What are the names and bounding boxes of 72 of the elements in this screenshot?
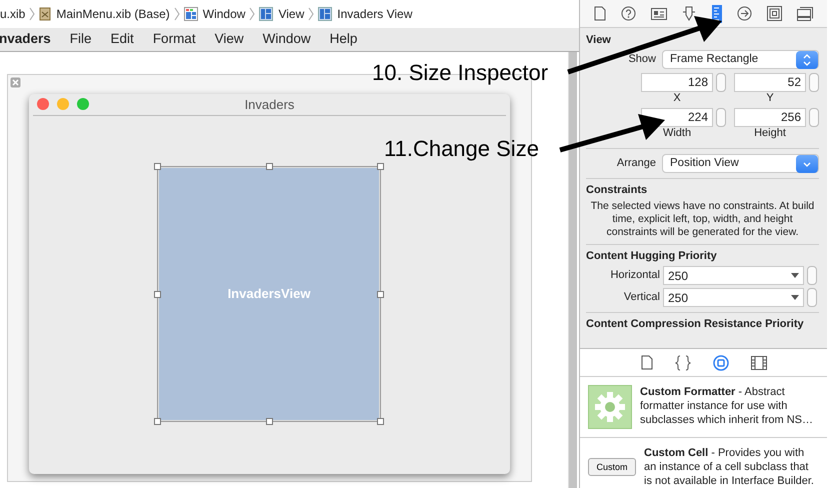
chevron-icon: [249, 7, 256, 21]
field-label: Width: [662, 127, 692, 140]
id-card-icon[interactable]: [651, 8, 668, 20]
gear-icon: [588, 385, 632, 429]
number-field[interactable]: 256: [734, 108, 806, 127]
window-icon: [184, 7, 198, 21]
field-label: Arrange: [616, 156, 656, 172]
number-field[interactable]: 52: [734, 73, 806, 92]
item-description: Custom Cell - Provides you with an instance of a cell subclass that is not available in Interface Builder.: [644, 446, 815, 488]
section-title: View: [586, 34, 612, 47]
view-icon: [318, 7, 332, 21]
resize-handle[interactable]: [266, 418, 272, 425]
field-label: Y: [765, 92, 775, 105]
chevron-icon: [29, 7, 36, 21]
close-button[interactable]: [37, 98, 49, 110]
breadcrumb-item[interactable]: Invaders View: [337, 5, 412, 23]
combo-box[interactable]: 250: [663, 266, 804, 285]
file-icon[interactable]: [640, 355, 652, 370]
menu-item[interactable]: Format: [152, 29, 196, 50]
close-icon[interactable]: [10, 77, 21, 88]
field-label: Height: [753, 127, 787, 140]
field-label: Show: [627, 52, 656, 68]
popup-button[interactable]: Frame Rectangle: [662, 50, 819, 69]
custom-button[interactable]: Custom: [588, 458, 636, 476]
section-title: Constraints: [586, 184, 648, 197]
section-title: Content Hugging Priority: [586, 250, 718, 263]
section-title: Content Compression Resistance Priority: [586, 318, 805, 331]
object-icon[interactable]: [712, 354, 728, 370]
file-icon[interactable]: [594, 6, 606, 21]
app-menu[interactable]: nvaders: [0, 29, 51, 50]
resize-handle[interactable]: [154, 418, 161, 425]
resize-handle[interactable]: [154, 290, 161, 298]
stepper-icon: [803, 54, 811, 66]
slider-icon[interactable]: [682, 6, 696, 22]
braces-icon[interactable]: [674, 354, 690, 370]
window-title: Invaders: [244, 96, 294, 114]
help-icon[interactable]: [620, 6, 636, 21]
arrow-circle-icon[interactable]: [736, 6, 752, 21]
breadcrumb-item[interactable]: MainMenu.xib (Base): [56, 5, 170, 23]
film-icon[interactable]: [750, 356, 766, 370]
menu-item[interactable]: File: [70, 29, 92, 50]
field-label: X: [672, 92, 682, 105]
annotation-text: 11.Change Size: [384, 135, 539, 163]
menu-item[interactable]: Help: [330, 29, 358, 50]
annotation-text: 10. Size Inspector: [372, 59, 548, 87]
view-icon: [259, 7, 274, 21]
popup-button[interactable]: Position View: [662, 154, 819, 173]
breadcrumb-item[interactable]: Window: [202, 5, 246, 23]
chevron-icon: [308, 7, 314, 21]
resize-handle[interactable]: [377, 418, 384, 425]
number-field[interactable]: 128: [641, 73, 713, 92]
item-description: Custom Formatter - Abstract formatter instance for use with subclasses which inherit from NS…: [640, 385, 814, 428]
field-label: Vertical: [622, 290, 660, 306]
menu-item[interactable]: Edit: [110, 29, 134, 50]
constraints-text: The selected views have no constraints. At build time, explicit left, top, width, and height constraints will be generated for the view.: [590, 200, 816, 239]
breadcrumb-item[interactable]: u.xib: [0, 5, 26, 23]
scroll-bar[interactable]: [568, 52, 577, 488]
resize-handle[interactable]: [377, 290, 384, 298]
menu-item[interactable]: View: [214, 29, 244, 50]
menu-item[interactable]: Window: [262, 29, 311, 50]
resize-handle[interactable]: [266, 163, 272, 170]
resize-handle[interactable]: [377, 163, 384, 170]
squares-icon[interactable]: [767, 6, 782, 21]
panel-icon[interactable]: [797, 6, 814, 20]
combo-box[interactable]: 250: [663, 288, 804, 307]
chevron-icon: [174, 7, 180, 21]
resize-handle[interactable]: [154, 163, 161, 170]
document-icon: [39, 7, 52, 21]
dropdown-icon: [791, 295, 799, 300]
dropdown-icon: [791, 273, 799, 278]
breadcrumb-item[interactable]: View: [278, 5, 304, 23]
field-label: Horizontal: [609, 268, 660, 284]
